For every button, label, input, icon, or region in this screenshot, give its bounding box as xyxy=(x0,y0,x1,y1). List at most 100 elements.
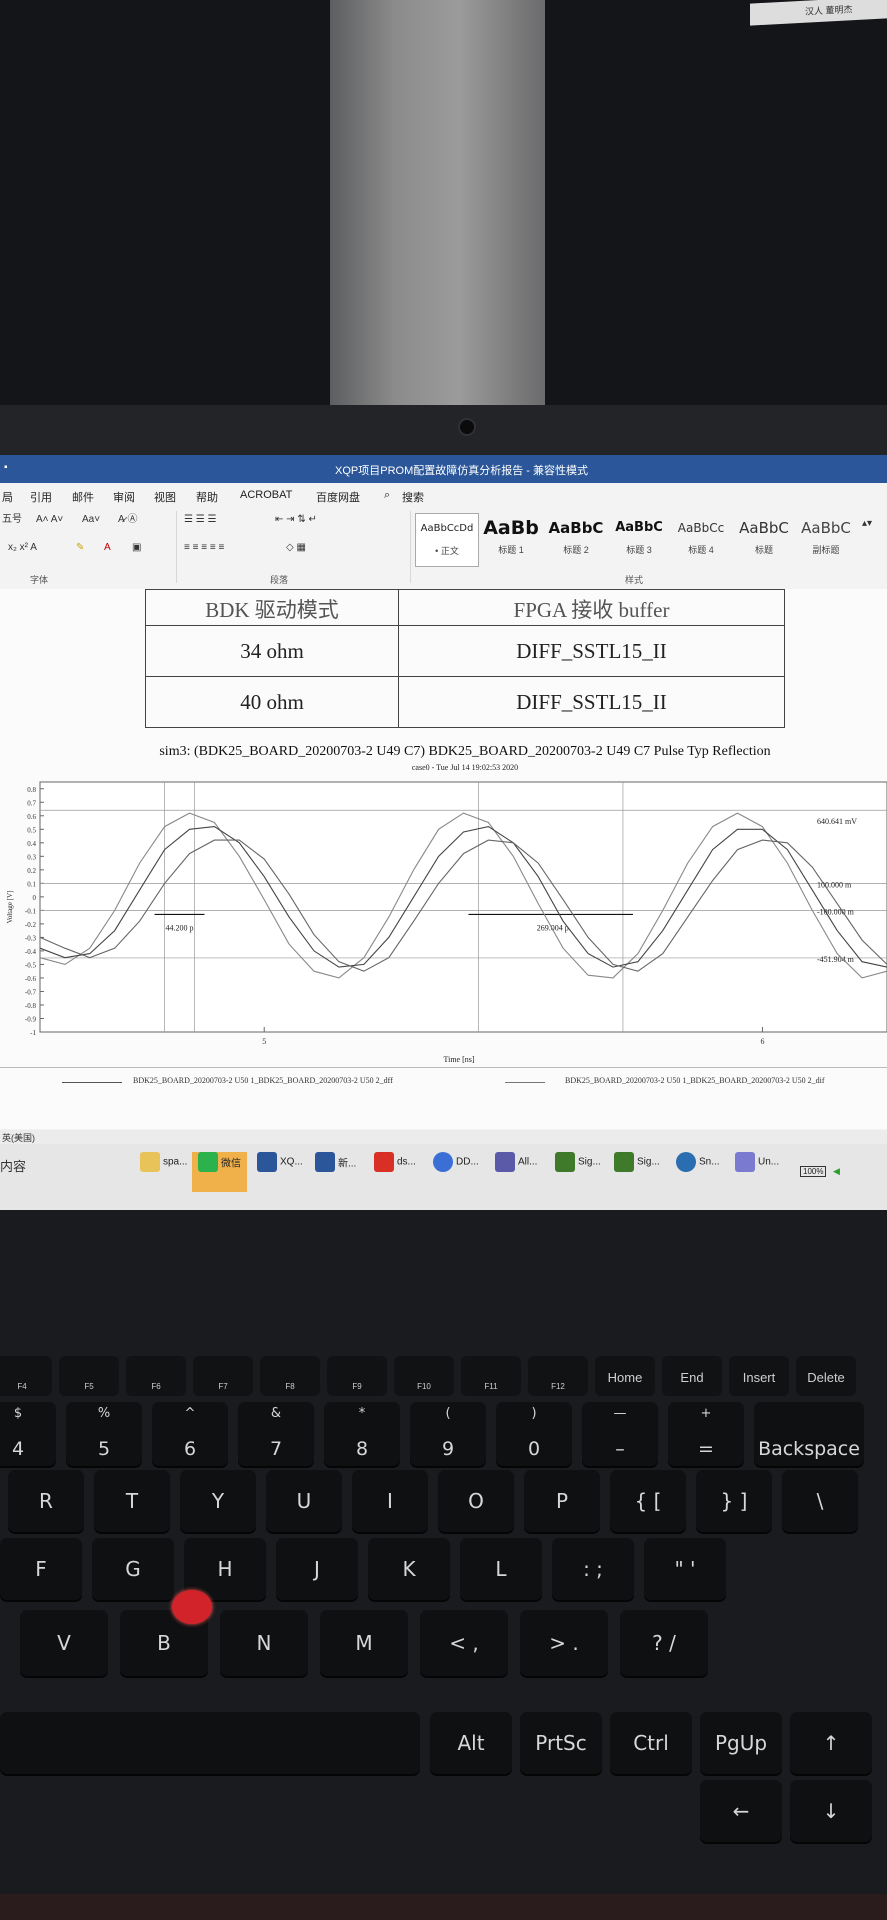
highlight-icon[interactable]: ✎ xyxy=(76,539,84,557)
menu-layout[interactable]: 局 xyxy=(2,489,13,505)
style-title[interactable]: AaBbC 标题 xyxy=(733,513,795,565)
menu-review[interactable]: 审阅 xyxy=(113,489,135,505)
taskbar-item-wechat[interactable]: 微信 xyxy=(192,1152,247,1192)
function-key[interactable]: F12 xyxy=(528,1356,588,1396)
char-shading-icon[interactable]: ▣ xyxy=(132,539,141,557)
taskbar-search[interactable]: 内容 xyxy=(0,1156,26,1175)
taskbar-item[interactable]: DD... xyxy=(433,1152,479,1192)
key-K[interactable]: K xyxy=(368,1538,450,1600)
key-8[interactable]: * 8 xyxy=(324,1402,400,1466)
key-9[interactable]: (9 xyxy=(410,1402,486,1466)
taskbar-item[interactable]: All... xyxy=(495,1152,537,1192)
key-↓[interactable]: ↓ xyxy=(790,1780,872,1842)
taskbar-item[interactable]: XQ... xyxy=(257,1152,303,1192)
language-status[interactable]: 英(美国) xyxy=(2,1131,35,1144)
key-4[interactable]: $4 xyxy=(0,1402,56,1466)
shading-borders-icon[interactable]: ◇ ▦ xyxy=(286,539,306,557)
key-{ [[interactable]: { [ xyxy=(610,1470,686,1532)
taskbar-item[interactable]: Sig... xyxy=(614,1152,660,1192)
key-V[interactable]: V xyxy=(20,1610,108,1676)
key-M[interactable]: M xyxy=(320,1610,408,1676)
battery-indicator[interactable]: 100% xyxy=(800,1166,827,1177)
menu-search[interactable]: 搜索 xyxy=(402,489,424,505)
function-key[interactable]: Home xyxy=(595,1356,655,1396)
key-} ][interactable]: } ] xyxy=(696,1470,772,1532)
function-key[interactable]: F8 xyxy=(260,1356,320,1396)
style-normal[interactable]: AaBbCcDd • 正文 xyxy=(415,513,479,567)
key-> .[interactable]: > . xyxy=(520,1610,608,1676)
styles-scroll-icon[interactable]: ▴▾ xyxy=(862,515,872,533)
key-I[interactable]: I xyxy=(352,1470,428,1532)
spacebar[interactable] xyxy=(0,1712,420,1774)
key-7[interactable]: & 7 xyxy=(238,1402,314,1466)
key-PrtSc[interactable]: PrtSc xyxy=(520,1712,602,1774)
function-key[interactable]: Insert xyxy=(729,1356,789,1396)
key-< ,[interactable]: < , xyxy=(420,1610,508,1676)
key-F[interactable]: F xyxy=(0,1538,82,1600)
bullets-icon[interactable]: ☰ ☰ ☰ xyxy=(184,511,216,529)
style-subtitle[interactable]: AaBbC 副标题 xyxy=(795,513,857,565)
menu-mailings[interactable]: 邮件 xyxy=(72,489,94,505)
function-key[interactable]: F5 xyxy=(59,1356,119,1396)
key-=[interactable]: + = xyxy=(668,1402,744,1466)
key-O[interactable]: O xyxy=(438,1470,514,1532)
key-PgUp[interactable]: PgUp xyxy=(700,1712,782,1774)
style-heading-1[interactable]: AaBb 标题 1 xyxy=(480,513,542,565)
key-\[interactable]: \ xyxy=(782,1470,858,1532)
align-icons[interactable]: ≡ ≡ ≡ ≡ ≡ xyxy=(184,539,224,557)
style-heading-4[interactable]: AaBbCc 标题 4 xyxy=(670,513,732,565)
wifi-icon[interactable]: ◀ xyxy=(833,1166,840,1176)
key-" '[interactable]: " ' xyxy=(644,1538,726,1600)
menu-references[interactable]: 引用 xyxy=(30,489,52,505)
function-key[interactable]: Delete xyxy=(796,1356,856,1396)
quick-access-icon[interactable]: ▪ xyxy=(4,462,8,473)
taskbar-item[interactable]: ds... xyxy=(374,1152,416,1192)
menu-baidu[interactable]: 百度网盘 xyxy=(316,489,360,505)
key-↑[interactable]: ↑ xyxy=(790,1712,872,1774)
taskbar-item[interactable]: Sig... xyxy=(555,1152,601,1192)
taskbar-item[interactable]: Sn... xyxy=(676,1152,720,1192)
change-case-icon[interactable]: Aa˅ xyxy=(82,511,100,529)
key-L[interactable]: L xyxy=(460,1538,542,1600)
function-key[interactable]: F10 xyxy=(394,1356,454,1396)
key-5[interactable]: % 5 xyxy=(66,1402,142,1466)
taskbar-item[interactable]: Un... xyxy=(735,1152,779,1192)
clear-format-icon[interactable]: A̷ Ⓐ xyxy=(118,511,137,529)
key-←[interactable]: ← xyxy=(700,1780,782,1842)
function-key[interactable]: F9 xyxy=(327,1356,387,1396)
key-Backspace[interactable]: Backspace xyxy=(754,1402,864,1466)
key-6[interactable]: ^ 6 xyxy=(152,1402,228,1466)
key-R[interactable]: R xyxy=(8,1470,84,1532)
menu-acrobat[interactable]: ACROBAT xyxy=(240,489,292,501)
function-key[interactable]: F4 xyxy=(0,1356,52,1396)
key-U[interactable]: U xyxy=(266,1470,342,1532)
function-key[interactable]: F6 xyxy=(126,1356,186,1396)
font-size-select[interactable]: 五号 xyxy=(2,511,22,529)
key-: ;[interactable]: : ; xyxy=(552,1538,634,1600)
style-heading-3[interactable]: AaBbC 标题 3 xyxy=(608,513,670,565)
key-T[interactable]: T xyxy=(94,1470,170,1532)
key-Ctrl[interactable]: Ctrl xyxy=(610,1712,692,1774)
key-G[interactable]: G xyxy=(92,1538,174,1600)
grow-font-icon[interactable]: A˄ A˅ xyxy=(36,511,63,529)
key-Alt[interactable]: Alt xyxy=(430,1712,512,1774)
function-key[interactable]: F7 xyxy=(193,1356,253,1396)
taskbar-item[interactable]: spa... xyxy=(140,1152,187,1192)
key-0[interactable]: ) 0 xyxy=(496,1402,572,1466)
indent-icon[interactable]: ⇤ ⇥ ⇅ ↵ xyxy=(275,511,317,529)
taskbar-item[interactable]: 新... xyxy=(315,1152,356,1192)
key-–[interactable]: — – xyxy=(582,1402,658,1466)
trackpoint[interactable] xyxy=(172,1590,212,1624)
function-key[interactable]: End xyxy=(662,1356,722,1396)
key-P[interactable]: P xyxy=(524,1470,600,1532)
font-color-icon[interactable]: A xyxy=(104,539,111,557)
menu-help[interactable]: 帮助 xyxy=(196,489,218,505)
key-J[interactable]: J xyxy=(276,1538,358,1600)
style-heading-2[interactable]: AaBbC 标题 2 xyxy=(545,513,607,565)
key-? /[interactable]: ? / xyxy=(620,1610,708,1676)
key-Y[interactable]: Y xyxy=(180,1470,256,1532)
function-key[interactable]: F11 xyxy=(461,1356,521,1396)
menu-view[interactable]: 视图 xyxy=(154,489,176,505)
subscript-icon[interactable]: x₂ x² A xyxy=(8,539,37,557)
search-icon[interactable]: ⌕ xyxy=(384,489,390,502)
